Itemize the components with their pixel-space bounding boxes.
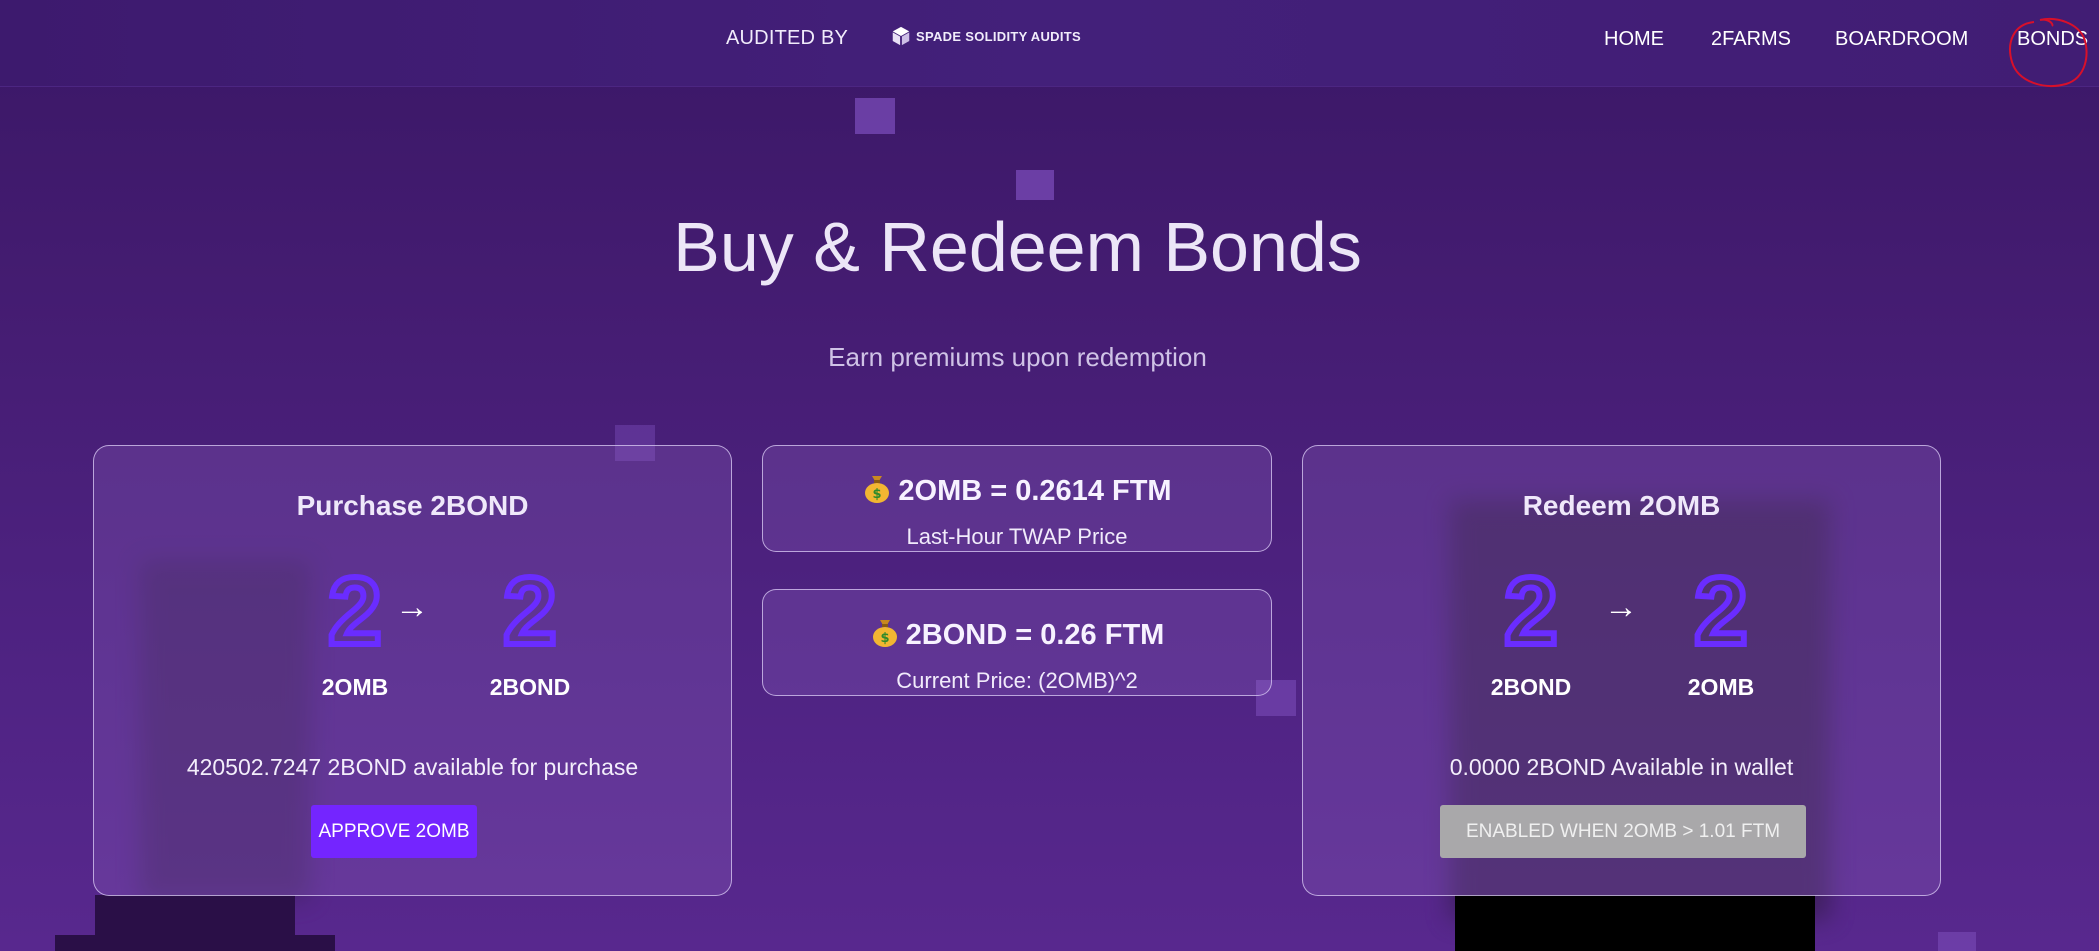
wallet-balance-text: 0.0000 2BOND Available in wallet (1449, 754, 1794, 780)
nav-home[interactable]: HOME (1604, 28, 1664, 51)
decor-square (855, 98, 895, 134)
svg-text:$: $ (880, 631, 889, 646)
page-title: Buy & Redeem Bonds (673, 207, 1362, 286)
auditor-name: SPADE SOLIDITY AUDITS (916, 28, 1081, 44)
nav-bonds[interactable]: BONDS (2017, 28, 2088, 51)
page-subtitle: Earn premiums upon redemption (828, 342, 1207, 372)
purchase-bond-card: Purchase 2BOND 2 2OMB → 2 2BOND 420502.7… (93, 445, 732, 896)
token-2omb: 2 2OMB (1661, 558, 1781, 701)
top-navigation-bar: AUDITED BY SPADE SOLIDITY AUDITS HOME 2F… (0, 0, 2099, 87)
arrow-right-icon: → (395, 588, 429, 626)
arrow-right-icon: → (1604, 588, 1638, 626)
token-2omb: 2 2OMB (295, 561, 415, 701)
twap-price-text: 2OMB = 0.2614 FTM (898, 475, 1172, 507)
token-label: 2OMB (321, 674, 389, 700)
auditor-logo[interactable]: SPADE SOLIDITY AUDITS (890, 25, 1081, 47)
token-2bond: 2 2BOND (1471, 558, 1591, 701)
bond-price-text: 2BOND = 0.26 FTM (905, 619, 1165, 651)
token-label: 2BOND (1490, 674, 1572, 700)
twap-price-card: $ 2OMB = 0.2614 FTM Last-Hour TWAP Price (762, 445, 1272, 552)
token-label: 2OMB (1687, 674, 1755, 700)
silhouette (55, 935, 335, 951)
2bond-token-icon: 2 (500, 558, 559, 665)
nav-boardroom[interactable]: BOARDROOM (1835, 28, 1968, 51)
nav-2farms[interactable]: 2FARMS (1711, 28, 1791, 51)
price-value: $ 2OMB = 0.2614 FTM (763, 472, 1271, 508)
token-label: 2BOND (489, 674, 571, 700)
svg-text:$: $ (873, 487, 882, 502)
decor-square (1016, 170, 1054, 200)
redeem-card: Redeem 2OMB 2 2BOND → 2 2OMB 0.0000 2BON… (1302, 445, 1941, 896)
approve-2omb-button[interactable]: APPROVE 2OMB (311, 805, 477, 858)
money-bag-icon: $ (872, 620, 897, 647)
2omb-token-icon: 2 (1691, 558, 1750, 665)
decor-square (1938, 932, 1976, 951)
2bond-token-icon: 2 (1501, 558, 1560, 665)
redeem-disabled-button[interactable]: ENABLED WHEN 2OMB > 1.01 FTM (1440, 805, 1806, 858)
cube-icon (892, 26, 910, 46)
silhouette (1455, 895, 1815, 951)
token-2bond: 2 2BOND (470, 558, 590, 701)
purchase-card-title: Purchase 2BOND (296, 490, 529, 521)
audited-by-label: AUDITED BY (726, 27, 849, 49)
money-bag-icon: $ (865, 476, 890, 503)
redeem-card-title: Redeem 2OMB (1522, 490, 1721, 521)
bonds-available-text: 420502.7247 2BOND available for purchase (186, 754, 639, 780)
price-value: $ 2BOND = 0.26 FTM (763, 616, 1271, 652)
bond-price-label: Current Price: (2OMB)^2 (896, 668, 1138, 693)
bond-price-card: $ 2BOND = 0.26 FTM Current Price: (2OMB)… (762, 589, 1272, 696)
twap-price-label: Last-Hour TWAP Price (906, 524, 1128, 549)
